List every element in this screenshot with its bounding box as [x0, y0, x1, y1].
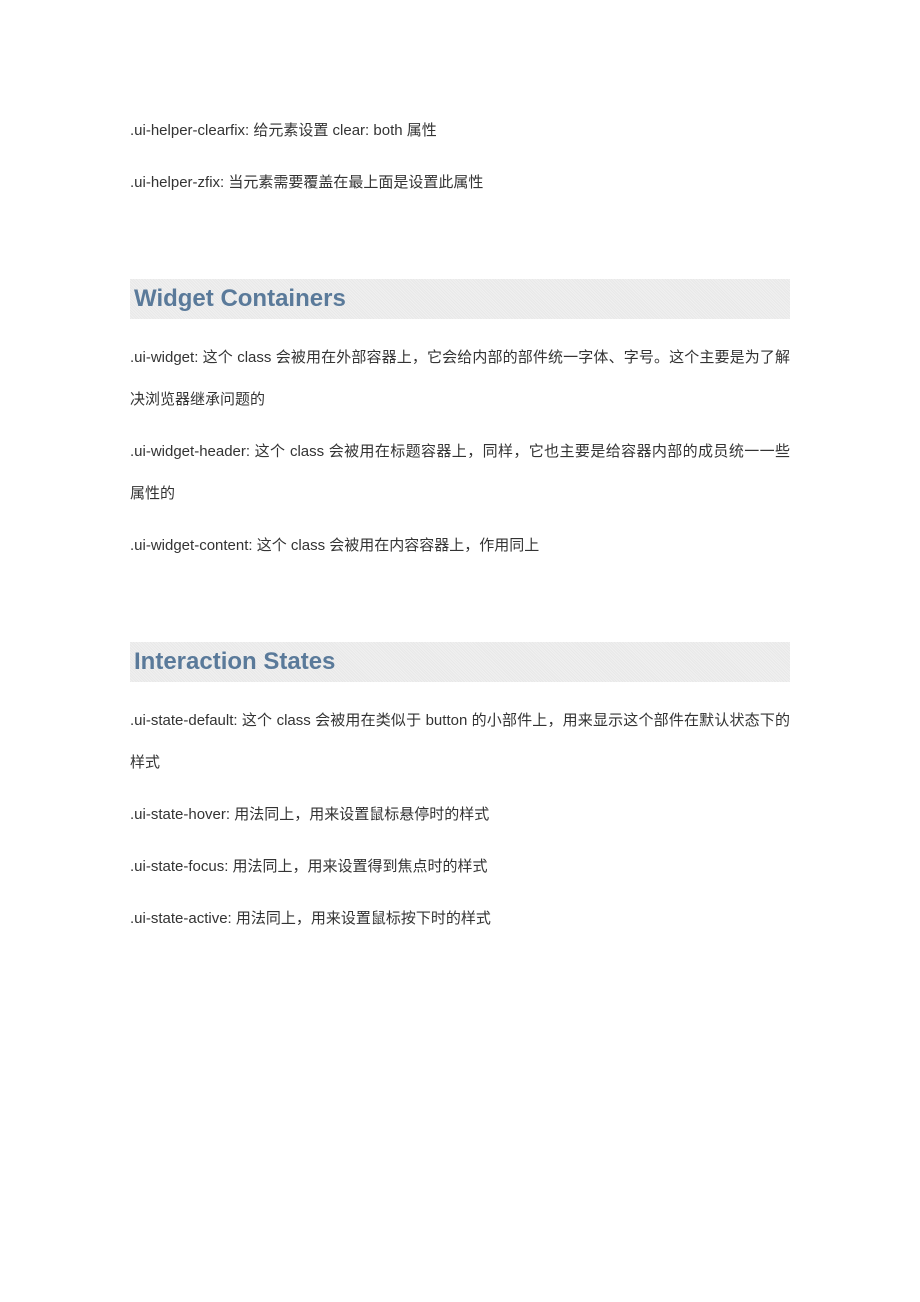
section-heading-interaction-states: Interaction States [130, 642, 790, 682]
section1-paragraph-2: .ui-widget-header: 这个 class 会被用在标题容器上，同样… [130, 431, 790, 515]
section1-paragraph-3: .ui-widget-content: 这个 class 会被用在内容容器上，作… [130, 525, 790, 567]
section2-paragraph-2: .ui-state-hover: 用法同上，用来设置鼠标悬停时的样式 [130, 794, 790, 836]
intro-paragraph-2: .ui-helper-zfix: 当元素需要覆盖在最上面是设置此属性 [130, 162, 790, 204]
section-heading-widget-containers: Widget Containers [130, 279, 790, 319]
section2-paragraph-4: .ui-state-active: 用法同上，用来设置鼠标按下时的样式 [130, 898, 790, 940]
intro-paragraph-1: .ui-helper-clearfix: 给元素设置 clear: both 属… [130, 110, 790, 152]
section2-paragraph-1: .ui-state-default: 这个 class 会被用在类似于 butt… [130, 700, 790, 784]
section2-paragraph-3: .ui-state-focus: 用法同上，用来设置得到焦点时的样式 [130, 846, 790, 888]
section1-paragraph-1: .ui-widget: 这个 class 会被用在外部容器上，它会给内部的部件统… [130, 337, 790, 421]
